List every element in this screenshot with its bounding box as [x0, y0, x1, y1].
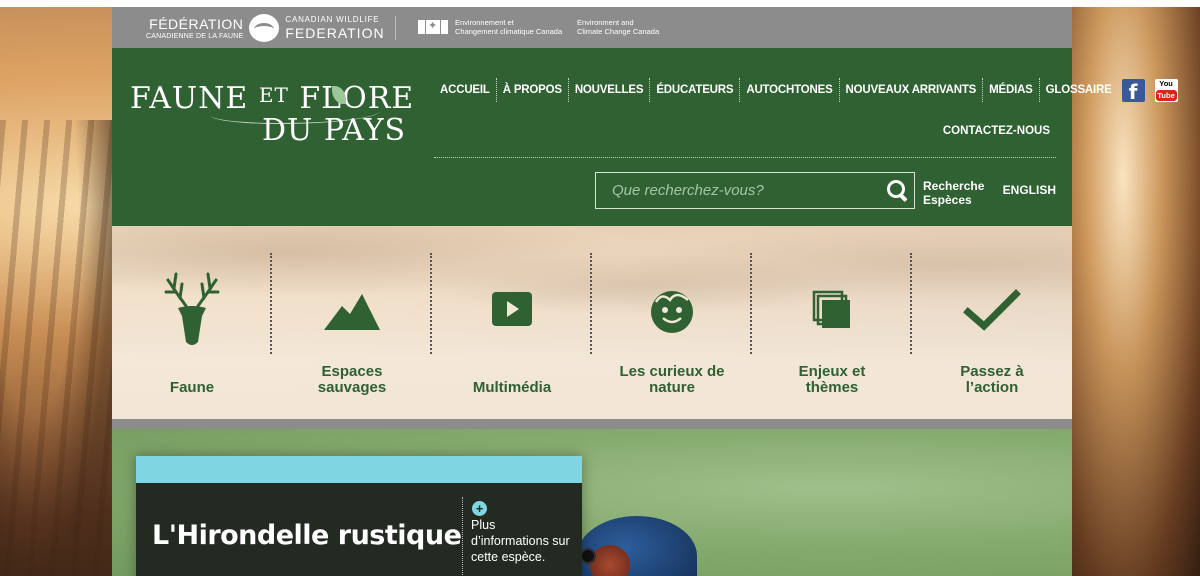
nav-glossaire[interactable]: GLOSSAIRE [1040, 78, 1118, 102]
fed-fr-title: FÉDÉRATION [149, 15, 244, 32]
fed-en-title: FEDERATION [285, 25, 385, 41]
mountain-icon [324, 294, 380, 330]
youtube-icon[interactable]: You Tube [1154, 78, 1178, 102]
category-menu: Faune Espaces sauvages Multimédia Les cu… [112, 226, 1072, 419]
plus-icon[interactable]: + [472, 501, 487, 516]
category-label: Espaces sauvages [317, 363, 387, 396]
search-input[interactable] [596, 173, 884, 208]
nav-educateurs[interactable]: ÉDUCATEURS [650, 78, 739, 102]
government-bar: FÉDÉRATION CANADIENNE DE LA FAUNE CANADI… [112, 7, 1072, 48]
main-nav: ACCUEIL À PROPOS NOUVELLES ÉDUCATEURS AU… [434, 78, 1178, 104]
deer-icon [164, 272, 220, 345]
species-card: L'Hirondelle rustique + Plus d’informati… [136, 456, 582, 576]
canada-flag-icon [418, 19, 448, 34]
language-toggle[interactable]: ENGLISH [1003, 183, 1056, 197]
search-box [595, 172, 915, 209]
fed-fr-subtitle: CANADIENNE DE LA FAUNE [146, 32, 244, 40]
category-multimedia[interactable]: Multimédia [432, 226, 592, 419]
gov-divider [395, 16, 396, 40]
category-label: Les curieux de nature [619, 363, 725, 396]
nav-medias[interactable]: MÉDIAS [983, 78, 1039, 102]
category-label: Enjeux et thèmes [798, 363, 866, 396]
category-label: Faune [169, 379, 215, 396]
fed-en-subtitle: CANADIAN WILDLIFE [285, 15, 380, 24]
page-container: FÉDÉRATION CANADIENNE DE LA FAUNE CANADI… [112, 7, 1178, 576]
layers-icon [812, 290, 850, 328]
card-accent-bar [136, 456, 582, 483]
category-label: Passez à l’action [960, 363, 1024, 396]
nav-a-propos[interactable]: À PROPOS [497, 78, 568, 102]
play-icon [492, 292, 532, 326]
eccc-english[interactable]: Environment and Climate Change Canada [577, 18, 659, 36]
header-divider [434, 157, 1056, 158]
category-faune[interactable]: Faune [112, 226, 272, 419]
nav-autochtones[interactable]: AUTOCHTONES [740, 78, 838, 102]
nav-accueil[interactable]: ACCUEIL [434, 78, 496, 102]
nav-nouvelles[interactable]: NOUVELLES [569, 78, 650, 102]
species-search-link[interactable]: Recherche Espèces [923, 179, 984, 207]
species-title: L'Hirondelle rustique [152, 520, 462, 551]
facebook-icon[interactable]: f [1121, 78, 1145, 104]
background-trees [0, 120, 112, 576]
separator-strip [112, 419, 1072, 429]
more-info-link[interactable]: Plus d’informations sur cette espèce. [471, 517, 571, 565]
eccc-french[interactable]: Environnement et Changement climatique C… [455, 18, 562, 36]
category-espaces-sauvages[interactable]: Espaces sauvages [272, 226, 432, 419]
social-links: f You Tube [1121, 78, 1178, 104]
site-header: FAUNE ET FLORE DU PAYS ACCUEIL À PROPOS … [112, 48, 1178, 226]
site-logo[interactable]: FAUNE ET FLORE DU PAYS [130, 84, 414, 146]
cwf-logo[interactable]: FÉDÉRATION CANADIENNE DE LA FAUNE CANADI… [146, 14, 385, 42]
category-curieux-de-nature[interactable]: Les curieux de nature [592, 226, 752, 419]
category-enjeux-et-themes[interactable]: Enjeux et thèmes [752, 226, 912, 419]
search-icon[interactable] [884, 177, 912, 205]
bird-emblem-icon [249, 14, 280, 42]
category-passez-a-laction[interactable]: Passez à l’action [912, 226, 1072, 419]
checkmark-icon [963, 289, 1021, 331]
kid-face-icon [651, 291, 693, 333]
featured-species: L'Hirondelle rustique + Plus d’informati… [112, 429, 1072, 576]
nav-contactez-nous[interactable]: CONTACTEZ-NOUS [943, 125, 1050, 137]
category-label: Multimédia [472, 379, 552, 396]
nav-nouveaux-arrivants[interactable]: NOUVEAUX ARRIVANTS [840, 78, 983, 102]
